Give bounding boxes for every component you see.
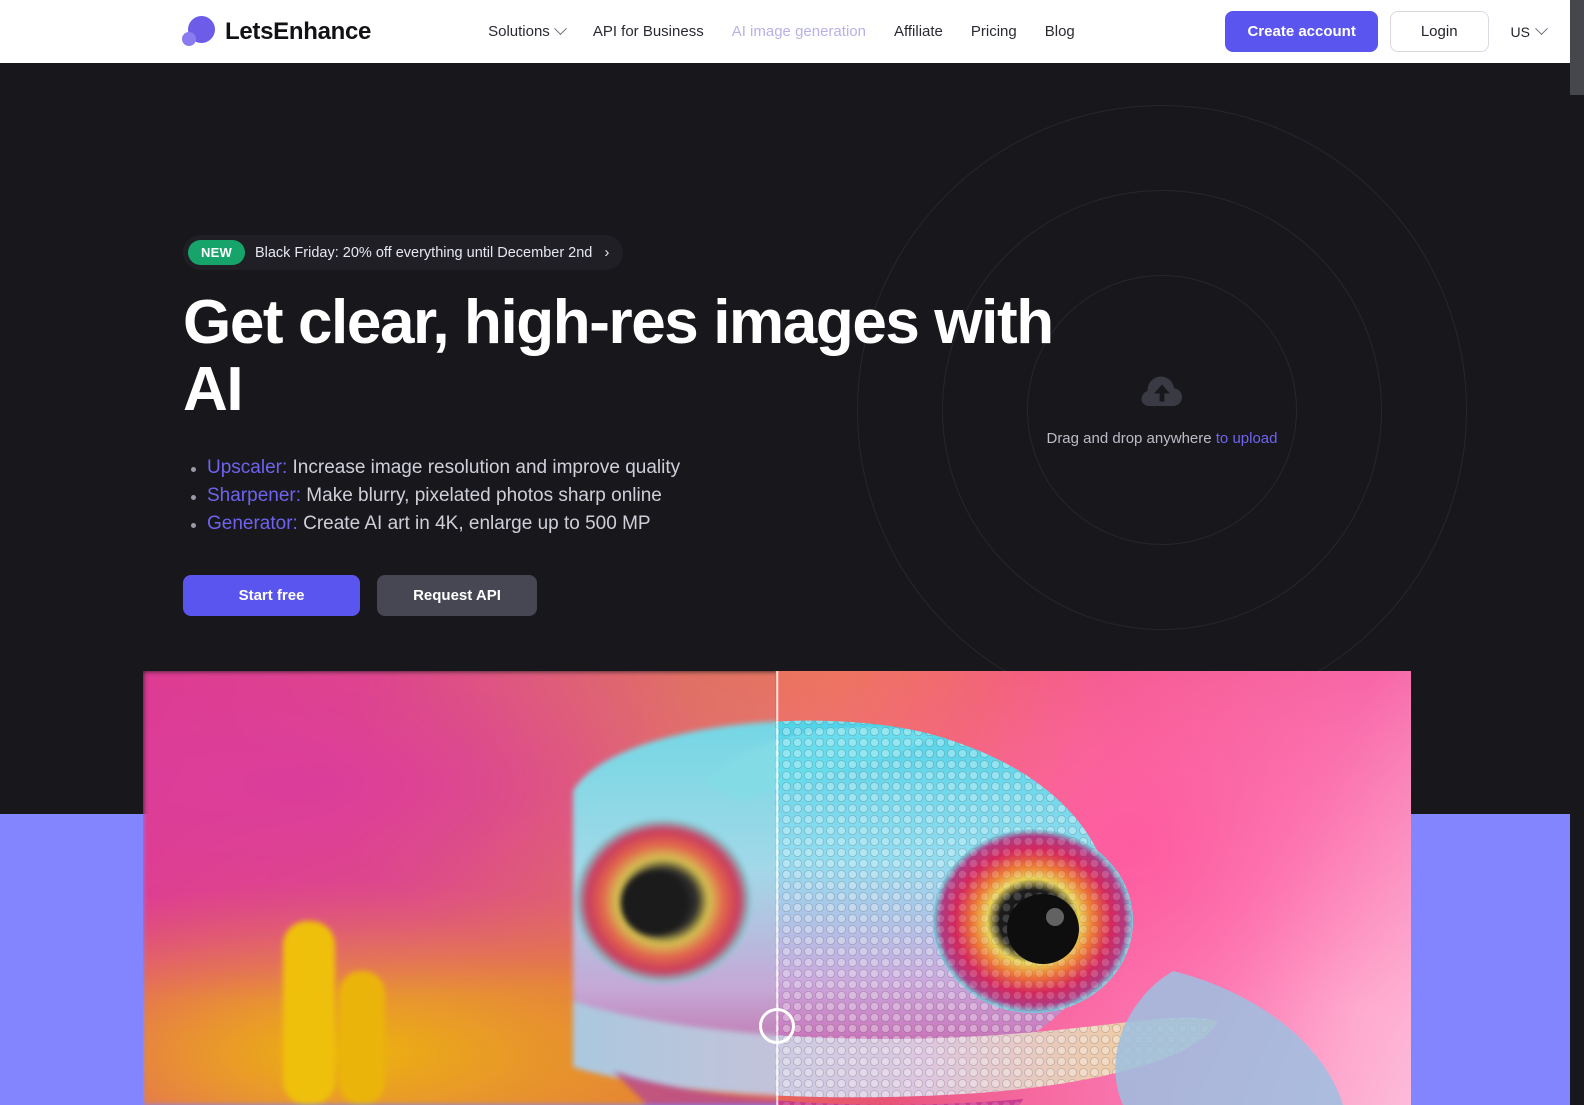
list-item: Sharpener: Make blurry, pixelated photos… xyxy=(183,482,1083,510)
site-header: LetsEnhance Solutions API for Business A… xyxy=(0,0,1570,63)
start-free-button[interactable]: Start free xyxy=(183,574,360,616)
locale-label: US xyxy=(1510,23,1530,40)
feature-text: Make blurry, pixelated photos sharp onli… xyxy=(301,484,662,506)
nav-label: AI image generation xyxy=(731,23,866,40)
chevron-down-icon xyxy=(1535,22,1548,36)
nav-item-ai-image-generation[interactable]: AI image generation xyxy=(718,23,880,40)
feature-text: Create AI art in 4K, enlarge up to 500 M… xyxy=(297,512,651,534)
page-scrollbar-track[interactable] xyxy=(1570,0,1584,1105)
comparison-slider-handle[interactable] xyxy=(759,1008,795,1044)
logo-text: LetsEnhance xyxy=(225,17,372,45)
feature-label: Sharpener: xyxy=(207,484,302,506)
main-navigation: Solutions API for Business AI image gene… xyxy=(474,22,1089,40)
feature-list: Upscaler: Increase image resolution and … xyxy=(183,454,1083,538)
nav-label: Solutions xyxy=(488,23,550,40)
list-item: Generator: Create AI art in 4K, enlarge … xyxy=(183,510,1083,538)
hero-content: NEW Black Friday: 20% off everything unt… xyxy=(183,235,1083,616)
nav-item-affiliate[interactable]: Affiliate xyxy=(880,23,957,40)
chevron-down-icon xyxy=(553,22,567,36)
feature-label: Upscaler: xyxy=(207,456,288,478)
list-item: Upscaler: Increase image resolution and … xyxy=(183,454,1083,482)
logo[interactable]: LetsEnhance xyxy=(181,15,371,49)
nav-label: Affiliate xyxy=(893,23,943,40)
nav-item-blog[interactable]: Blog xyxy=(1031,23,1089,40)
nav-label: Blog xyxy=(1044,23,1075,40)
page-title: Get clear, high-res images with AI xyxy=(183,288,1054,424)
header-actions: Create account Login US xyxy=(1225,11,1556,52)
promo-text: Black Friday: 20% off everything until D… xyxy=(254,244,593,261)
before-after-comparison[interactable] xyxy=(143,671,1411,1105)
dropzone-upload-link[interactable]: to upload xyxy=(1216,430,1278,447)
cloud-upload-icon xyxy=(1141,376,1182,406)
login-button[interactable]: Login xyxy=(1389,11,1489,52)
nav-label: Pricing xyxy=(970,23,1017,40)
promo-banner[interactable]: NEW Black Friday: 20% off everything unt… xyxy=(183,235,624,270)
locale-selector[interactable]: US xyxy=(1501,22,1556,40)
nav-label: API for Business xyxy=(592,23,704,40)
request-api-button[interactable]: Request API xyxy=(377,574,537,616)
promo-new-badge: NEW xyxy=(188,240,245,265)
feature-text: Increase image resolution and improve qu… xyxy=(287,456,681,478)
nav-item-solutions[interactable]: Solutions xyxy=(474,22,579,40)
feature-label: Generator: xyxy=(207,512,298,534)
nav-item-pricing[interactable]: Pricing xyxy=(957,23,1031,40)
page-scrollbar-thumb[interactable] xyxy=(1570,0,1584,95)
nav-item-api-for-business[interactable]: API for Business xyxy=(579,23,718,40)
chevron-right-icon: › xyxy=(604,244,610,261)
letsenhance-logo-icon xyxy=(181,15,215,49)
create-account-button[interactable]: Create account xyxy=(1225,11,1378,52)
cta-row: Start free Request API xyxy=(183,574,1083,616)
